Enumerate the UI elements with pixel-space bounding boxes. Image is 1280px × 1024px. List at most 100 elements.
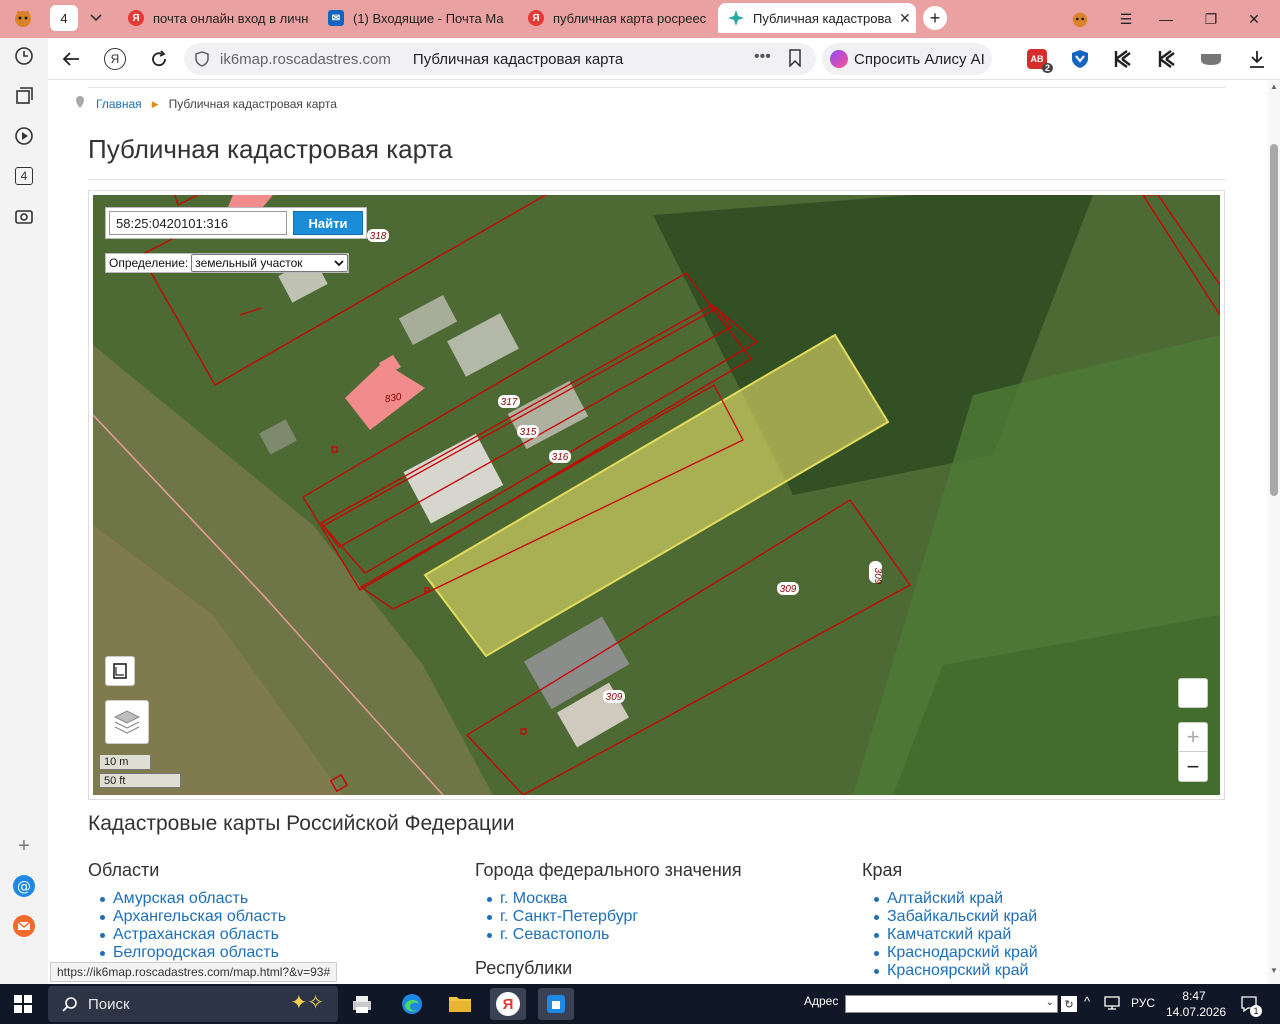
list-item-link[interactable]: Амурская область (88, 890, 286, 908)
zoom-out-button[interactable]: − (1178, 752, 1208, 781)
file-explorer-icon[interactable] (442, 988, 478, 1020)
ask-alice-button[interactable]: Спросить Алису AI (822, 43, 992, 75)
definition-select[interactable]: земельный участок (191, 254, 349, 272)
tab-count-button[interactable]: 4 (50, 5, 78, 31)
printer-app-icon[interactable] (344, 988, 380, 1020)
breadcrumb-separator-icon: ▶ (151, 98, 159, 109)
extension-k2-icon[interactable] (1154, 46, 1180, 72)
tray-chevron-up-icon[interactable]: ^ (1084, 994, 1090, 1009)
collections-icon[interactable] (12, 84, 36, 108)
definition-row: Определение: земельный участок (105, 253, 350, 273)
list-item-link[interactable]: г. Севастополь (475, 926, 742, 944)
list-item-link[interactable]: Забайкальский край (862, 908, 1038, 926)
tabs-count-icon[interactable]: 4 (12, 164, 36, 188)
add-sidebar-plus-icon[interactable]: + (12, 834, 36, 858)
sparkle-icon: ✦✧ (290, 992, 324, 1014)
edge-browser-icon[interactable] (394, 988, 430, 1020)
scale-bar-meters: 10 m (99, 755, 151, 770)
alice-icon (830, 50, 848, 68)
yandex-home-icon[interactable]: Я (102, 46, 128, 72)
tabs-count-badge: 4 (15, 167, 33, 185)
address-go-icon[interactable]: ↻ (1061, 996, 1077, 1012)
list-item-link[interactable]: Астраханская область (88, 926, 286, 944)
address-dropdown-chevron-icon[interactable]: ⌄ (1046, 997, 1054, 1008)
mail-app-icon[interactable]: @ (12, 874, 36, 898)
layers-icon[interactable] (105, 700, 149, 744)
store-app-icon[interactable] (538, 988, 574, 1020)
adblock-extension-icon[interactable]: AB 2 (1024, 46, 1053, 73)
download-icon[interactable] (1244, 46, 1270, 72)
video-icon[interactable] (12, 124, 36, 148)
reload-icon[interactable] (146, 46, 172, 72)
fullscreen-toggle-icon[interactable] (105, 656, 135, 686)
page-scrollbar[interactable]: ▲ ▼ (1268, 80, 1280, 984)
cadastral-map[interactable]: 318 830 317 315 316 309 309 309 Найти (93, 195, 1220, 795)
scale-bar-feet: 50 ft (99, 773, 181, 788)
list-item-link[interactable]: Архангельская область (88, 908, 286, 926)
scrollbar-thumb[interactable] (1270, 144, 1278, 496)
extension-k-icon[interactable] (1110, 46, 1136, 72)
windows-start-icon[interactable] (14, 995, 32, 1018)
back-arrow-icon[interactable] (58, 46, 84, 72)
site-info-icon[interactable] (194, 51, 210, 72)
menu-icon[interactable]: ☰ (1113, 6, 1139, 32)
zoom-in-button[interactable]: + (1178, 723, 1208, 753)
language-indicator[interactable]: РУС (1131, 996, 1155, 1010)
list-item-link[interactable]: Белгородская область (88, 944, 286, 962)
status-url-tooltip: https://ik6map.roscadastres.com/map.html… (50, 962, 338, 982)
list-item-link[interactable]: Камчатский край (862, 926, 1038, 944)
notification-center-icon[interactable]: 1 (1238, 993, 1262, 1017)
tab-1-title: почта онлайн вход в личн (153, 10, 309, 26)
tab-3[interactable]: Я публичная карта росреес (518, 3, 716, 33)
scroll-up-icon[interactable]: ▲ (1270, 82, 1278, 91)
breadcrumb-home-link[interactable]: Главная (96, 97, 142, 111)
scroll-down-icon[interactable]: ▼ (1270, 966, 1278, 975)
bookmark-icon[interactable] (788, 49, 802, 72)
tab-close-icon[interactable]: ✕ (899, 10, 911, 27)
clock-date: 14.07.2026 (1166, 1005, 1227, 1019)
location-pin-icon (75, 95, 85, 112)
column-cities: Города федерального значения г. Москва г… (475, 860, 742, 984)
column-oblasti: Области Амурская область Архангельская о… (88, 860, 286, 962)
taskbar-search[interactable]: Поиск ✦✧ (48, 986, 338, 1022)
browser-profile-icon[interactable] (12, 5, 34, 31)
find-button[interactable]: Найти (293, 211, 363, 235)
list-item-link[interactable]: Алтайский край (862, 890, 1038, 908)
svg-text:@: @ (17, 879, 31, 895)
screenshot-icon[interactable] (12, 204, 36, 228)
extension-gray-icon[interactable] (1198, 46, 1224, 72)
history-icon[interactable] (12, 44, 36, 68)
url-page-title: Публичная кадастровая карта (412, 50, 624, 68)
browser-profile-avatar-icon[interactable] (1067, 6, 1093, 32)
network-icon[interactable] (1104, 995, 1120, 1016)
windows-taskbar: Поиск ✦✧ Я Адрес ⌄ ↻ ^ РУС 8:47 14.07.20… (0, 984, 1280, 1024)
list-item-link[interactable]: Красноярский край (862, 962, 1038, 980)
taskbar-address-input[interactable]: ⌄ (845, 995, 1058, 1013)
address-bar[interactable]: ik6map.roscadastres.com Публичная кадаст… (184, 43, 816, 75)
browser-toolbar: Я ik6map.roscadastres.com Публичная када… (48, 38, 1280, 80)
list-item-link[interactable]: г. Санкт-Петербург (475, 908, 742, 926)
tab-2[interactable]: ✉ (1) Входящие - Почта Ма (318, 3, 516, 33)
cadastral-search-box: Найти (105, 207, 367, 239)
restore-icon[interactable]: ❐ (1198, 6, 1224, 32)
new-tab-plus-icon[interactable]: + (923, 6, 947, 30)
list-item-link[interactable]: Краснодарский край (862, 944, 1038, 962)
clock[interactable]: 8:47 14.07.2026 (1166, 988, 1227, 1020)
breadcrumb: Главная ▶ Публичная кадастровая карта (76, 96, 337, 111)
taskbar-search-label: Поиск (88, 995, 130, 1013)
satellite-map-image (93, 195, 1220, 795)
yandex-browser-icon[interactable]: Я (490, 988, 526, 1020)
messenger-app-icon[interactable] (12, 914, 36, 938)
select-chevron-icon (334, 259, 344, 266)
cadastral-number-input[interactable] (109, 211, 287, 235)
tab-4-active[interactable]: Публичная кадастрова ✕ (718, 3, 916, 33)
extension-shield-icon[interactable] (1067, 46, 1093, 72)
more-dots-icon[interactable]: ••• (754, 48, 771, 66)
map-blank-control[interactable] (1178, 678, 1208, 708)
minimize-icon[interactable]: — (1153, 6, 1179, 32)
tab-1[interactable]: Я почта онлайн вход в личн (118, 3, 316, 33)
list-item-link[interactable]: г. Москва (475, 890, 742, 908)
close-window-icon[interactable]: ✕ (1241, 6, 1267, 32)
mail-icon: ✉ (328, 10, 344, 26)
tab-list-chevron-icon[interactable] (86, 5, 106, 31)
